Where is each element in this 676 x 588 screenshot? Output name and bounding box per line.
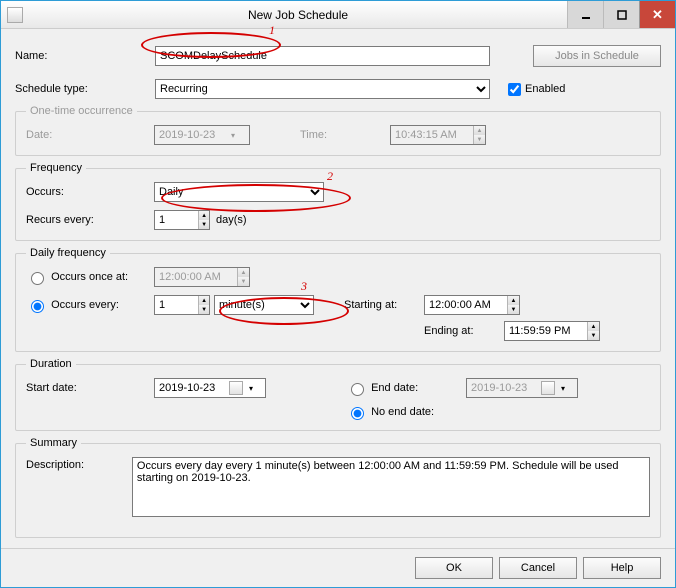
recurs-every-spinner[interactable]: ▲▼ bbox=[154, 210, 210, 230]
recurs-every-label: Recurs every: bbox=[26, 214, 154, 226]
help-button[interactable]: Help bbox=[583, 557, 661, 579]
chevron-down-icon: ▾ bbox=[557, 384, 569, 393]
occurs-label: Occurs: bbox=[26, 186, 154, 198]
description-label: Description: bbox=[26, 457, 132, 471]
start-date-label: Start date: bbox=[26, 382, 154, 394]
no-end-date-radio[interactable] bbox=[351, 407, 364, 420]
spinner-up-icon[interactable]: ▲ bbox=[199, 211, 209, 220]
start-date-picker[interactable]: ▾ bbox=[154, 378, 266, 398]
occurs-once-time-spinner: ▲▼ bbox=[154, 267, 250, 287]
one-time-date-picker: ▾ bbox=[154, 125, 250, 145]
daily-frequency-legend: Daily frequency bbox=[26, 247, 110, 259]
dialog-window: New Job Schedule ✕ 1 2 3 Name: Jobs in S… bbox=[0, 0, 676, 588]
occurs-every-unit-select[interactable]: minute(s) bbox=[214, 295, 314, 315]
maximize-button[interactable] bbox=[603, 1, 639, 28]
days-unit-label: day(s) bbox=[216, 214, 247, 226]
name-label: Name: bbox=[15, 50, 155, 62]
occurs-every-label: Occurs every: bbox=[51, 299, 119, 311]
title-bar: New Job Schedule ✕ bbox=[1, 1, 675, 29]
ending-at-label: Ending at: bbox=[424, 325, 504, 337]
spinner-down-icon[interactable]: ▼ bbox=[588, 331, 599, 340]
close-button[interactable]: ✕ bbox=[639, 1, 675, 28]
duration-group: Duration Start date: ▾ End date: ▾ bbox=[15, 358, 661, 431]
one-time-legend: One-time occurrence bbox=[26, 105, 137, 117]
schedule-type-select[interactable]: Recurring bbox=[155, 79, 490, 99]
one-time-time-spinner: ▲▼ bbox=[390, 125, 486, 145]
occurs-every-value-spinner[interactable]: ▲▼ bbox=[154, 295, 210, 315]
schedule-type-label: Schedule type: bbox=[15, 83, 155, 95]
spinner-down-icon[interactable]: ▼ bbox=[199, 220, 209, 229]
summary-group: Summary Description: bbox=[15, 437, 661, 538]
chevron-down-icon: ▾ bbox=[227, 131, 239, 140]
enabled-label: Enabled bbox=[525, 83, 565, 95]
one-time-group: One-time occurrence Date: ▾ Time: ▲▼ bbox=[15, 105, 661, 156]
starting-at-spinner[interactable]: ▲▼ bbox=[424, 295, 520, 315]
minimize-button[interactable] bbox=[567, 1, 603, 28]
occurs-every-radio[interactable] bbox=[31, 300, 44, 313]
dialog-footer: OK Cancel Help bbox=[1, 548, 675, 587]
spinner-down-icon[interactable]: ▼ bbox=[508, 305, 519, 314]
occurs-once-radio[interactable] bbox=[31, 272, 44, 285]
ending-at-spinner[interactable]: ▲▼ bbox=[504, 321, 600, 341]
calendar-icon bbox=[541, 381, 555, 395]
app-icon bbox=[7, 7, 23, 23]
daily-frequency-group: Daily frequency Occurs once at: ▲▼ Occur… bbox=[15, 247, 661, 352]
time-label: Time: bbox=[300, 129, 350, 141]
calendar-icon[interactable] bbox=[229, 381, 243, 395]
enabled-checkbox[interactable] bbox=[508, 83, 521, 96]
frequency-legend: Frequency bbox=[26, 162, 86, 174]
window-buttons: ✕ bbox=[567, 1, 675, 28]
occurs-once-label: Occurs once at: bbox=[51, 271, 128, 283]
spinner-up-icon[interactable]: ▲ bbox=[588, 322, 599, 331]
spinner-down-icon[interactable]: ▼ bbox=[199, 305, 209, 314]
spinner-up-icon[interactable]: ▲ bbox=[199, 296, 209, 305]
description-text[interactable] bbox=[132, 457, 650, 517]
summary-legend: Summary bbox=[26, 437, 81, 449]
end-date-label: End date: bbox=[371, 382, 418, 394]
dialog-body: 1 2 3 Name: Jobs in Schedule Schedule ty… bbox=[1, 29, 675, 548]
no-end-date-label: No end date: bbox=[371, 406, 434, 418]
date-label: Date: bbox=[26, 129, 154, 141]
chevron-down-icon[interactable]: ▾ bbox=[245, 384, 257, 393]
frequency-group: Frequency Occurs: Daily Recurs every: ▲▼… bbox=[15, 162, 661, 241]
cancel-button[interactable]: Cancel bbox=[499, 557, 577, 579]
end-date-picker: ▾ bbox=[466, 378, 578, 398]
ok-button[interactable]: OK bbox=[415, 557, 493, 579]
end-date-radio[interactable] bbox=[351, 383, 364, 396]
name-input[interactable] bbox=[155, 46, 490, 66]
duration-legend: Duration bbox=[26, 358, 76, 370]
window-title: New Job Schedule bbox=[29, 8, 567, 22]
occurs-select[interactable]: Daily bbox=[154, 182, 324, 202]
jobs-in-schedule-button[interactable]: Jobs in Schedule bbox=[533, 45, 661, 67]
spinner-up-icon[interactable]: ▲ bbox=[508, 296, 519, 305]
starting-at-label: Starting at: bbox=[344, 299, 424, 311]
